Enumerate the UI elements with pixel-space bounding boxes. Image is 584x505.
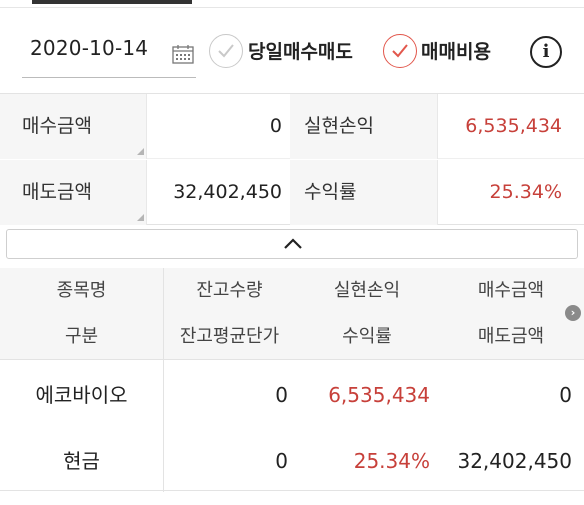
stock-name: 에코바이오 (35, 383, 128, 407)
column-header[interactable]: 잔고평균단가 (163, 314, 296, 360)
sell-amount-label: 매도금액 (0, 160, 147, 225)
summary-row: 매도금액 32,402,450 수익률 25.34% (0, 160, 584, 225)
header-row: 구분 잔고평균단가 수익률 매도금액 (0, 314, 584, 360)
table-row[interactable]: 에코바이오 0 6,535,434 0 (0, 362, 584, 428)
corner-marker (137, 148, 144, 155)
balance-qty: 0 (275, 449, 288, 473)
date-picker[interactable]: 2020-10-14 (22, 24, 196, 78)
column-header[interactable]: 매수금액 (438, 268, 584, 314)
column-header[interactable]: 수익률 (296, 314, 438, 360)
chevron-right-icon[interactable]: › (565, 305, 581, 321)
same-day-label[interactable]: 당일매수매도 (248, 37, 353, 64)
calendar-icon[interactable] (172, 44, 194, 64)
column-header[interactable]: 실현손익 (296, 268, 438, 314)
return-rate: 25.34% (353, 449, 430, 473)
column-header[interactable]: 구분 (0, 314, 163, 360)
chevron-up-icon (284, 238, 302, 249)
active-tab-indicator (32, 0, 192, 4)
holdings-table: 종목명 잔고수량 실현손익 매수금액 구분 잔고평균단가 수익률 매도금액 › … (0, 268, 584, 505)
summary-table: 매수금액 0 실현손익 6,535,434 매도금액 32,402,450 수익… (0, 93, 584, 225)
info-icon[interactable]: i (530, 36, 562, 68)
fee-label[interactable]: 매매비용 (421, 37, 491, 64)
realized-profit-label: 실현손익 (290, 94, 438, 159)
date-value: 2020-10-14 (30, 36, 149, 60)
stock-name: 현금 (63, 449, 100, 473)
column-header[interactable]: 종목명 (0, 268, 163, 314)
buy-amount: 0 (559, 383, 572, 407)
check-icon (218, 44, 234, 58)
table-row[interactable]: 현금 0 25.34% 32,402,450 (0, 428, 584, 494)
filter-row: 2020-10-14 당일매수매도 매매비용 i (0, 24, 584, 80)
collapse-toggle-button[interactable] (6, 229, 578, 259)
return-rate-value: 25.34% (489, 181, 562, 203)
sell-amount: 32,402,450 (457, 449, 572, 473)
summary-row: 매수금액 0 실현손익 6,535,434 (0, 94, 584, 159)
balance-qty: 0 (275, 383, 288, 407)
column-header[interactable]: 잔고수량 (163, 268, 296, 314)
buy-amount-label-text: 매수금액 (22, 115, 92, 137)
corner-marker (137, 214, 144, 221)
sell-amount-label-text: 매도금액 (22, 181, 92, 203)
divider (0, 490, 584, 491)
check-icon (392, 44, 408, 58)
buy-amount-label: 매수금액 (0, 94, 147, 159)
fee-checkbox[interactable] (383, 34, 417, 68)
buy-amount-value: 0 (269, 115, 282, 137)
realized-profit: 6,535,434 (328, 383, 430, 407)
return-rate-label: 수익률 (290, 160, 438, 225)
column-header[interactable]: 매도금액 (438, 314, 584, 360)
sell-amount-value: 32,402,450 (173, 181, 282, 203)
same-day-checkbox[interactable] (209, 34, 243, 68)
realized-profit-value: 6,535,434 (465, 115, 562, 137)
header-row: 종목명 잔고수량 실현손익 매수금액 (0, 268, 584, 314)
